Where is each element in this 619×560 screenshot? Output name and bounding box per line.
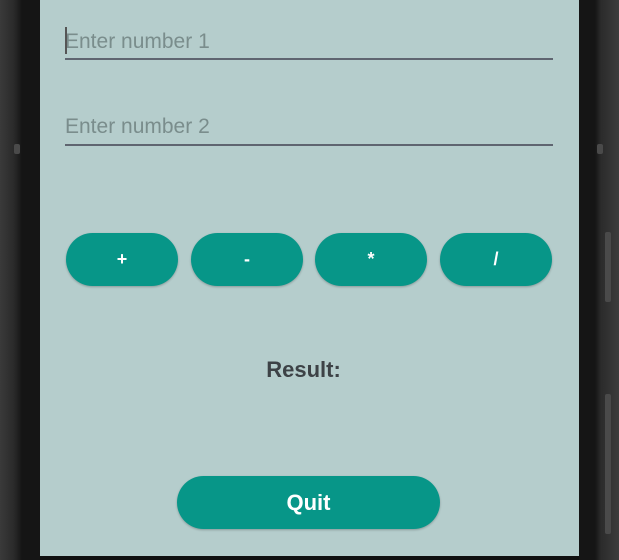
number-2-underline xyxy=(65,144,553,146)
device-side-button-right xyxy=(597,144,603,154)
result-display: Result: xyxy=(40,357,579,383)
number-1-input[interactable] xyxy=(65,22,553,62)
result-label: Result: xyxy=(266,357,341,382)
text-cursor xyxy=(65,27,67,54)
quit-button[interactable]: Quit xyxy=(177,476,440,529)
device-frame-right xyxy=(579,0,619,560)
device-side-button xyxy=(14,144,20,154)
app-screen: + - * / Result: Quit xyxy=(40,0,579,556)
device-frame-left xyxy=(0,0,40,560)
device-power-button xyxy=(605,394,611,534)
multiply-button[interactable]: * xyxy=(315,233,427,286)
divide-button[interactable]: / xyxy=(440,233,552,286)
device-bottom-bezel xyxy=(40,556,579,560)
device-volume-button xyxy=(605,232,611,302)
number-2-input[interactable] xyxy=(65,107,553,147)
number-1-underline xyxy=(65,58,553,60)
add-button[interactable]: + xyxy=(66,233,178,286)
subtract-button[interactable]: - xyxy=(191,233,303,286)
